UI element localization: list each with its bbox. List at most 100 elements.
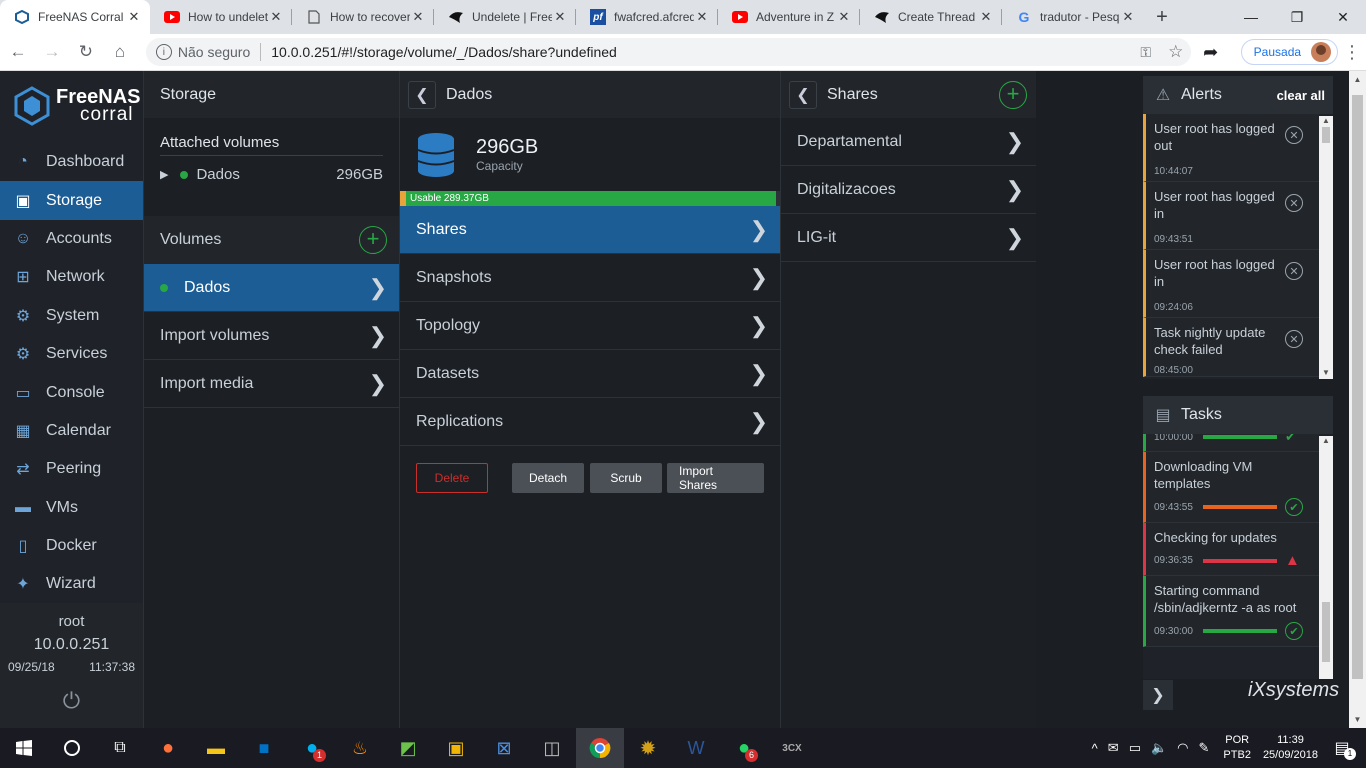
key-icon[interactable]: ⚿ <box>1131 44 1161 61</box>
sidebar-item-services[interactable]: ⚙ Services <box>0 335 143 373</box>
sidebar-item-system[interactable]: ⚙ System <box>0 297 143 335</box>
notifications-icon[interactable]: ▤ 1 <box>1318 728 1366 768</box>
chrome-icon[interactable] <box>576 728 624 768</box>
close-tab-icon[interactable]: ✕ <box>1120 9 1136 25</box>
show-hidden-icons-icon[interactable]: ^ <box>1092 741 1098 756</box>
scrub-button[interactable]: Scrub <box>590 463 662 493</box>
tab-youtube-1[interactable]: How to undelete ✕ <box>150 0 292 34</box>
firefox-icon[interactable]: ● <box>144 728 192 768</box>
sidebar-item-peering[interactable]: ⇄ Peering <box>0 450 143 488</box>
windows-start-icon[interactable] <box>0 728 48 768</box>
sidebar-item-calendar[interactable]: ▦ Calendar <box>0 412 143 450</box>
tab-tradutor[interactable]: G tradutor - Pesq ✕ <box>1002 0 1144 34</box>
home-icon[interactable]: ⌂ <box>104 37 136 67</box>
page-scrollbar[interactable]: ▲ ▼ <box>1349 71 1366 728</box>
close-tab-icon[interactable]: ✕ <box>694 9 710 25</box>
box-app-icon[interactable]: ▣ <box>432 728 480 768</box>
dismiss-alert-icon[interactable]: ✕ <box>1285 262 1303 280</box>
menu-replications[interactable]: Replications ❯ <box>400 398 780 446</box>
close-tab-icon[interactable]: ✕ <box>978 9 994 25</box>
share-item-digitalizacoes[interactable]: Digitalizacoes ❯ <box>781 166 1036 214</box>
tab-fwafcred[interactable]: pf fwafcred.afcred ✕ <box>576 0 718 34</box>
share-arrow-icon[interactable]: ➦ <box>1191 42 1231 63</box>
3cx-icon[interactable]: 3CX <box>768 728 816 768</box>
sidebar-item-storage[interactable]: ▣ Storage <box>0 181 143 220</box>
profile-button[interactable]: Pausada <box>1240 39 1339 65</box>
skype-icon[interactable]: ● 1 <box>288 728 336 768</box>
dismiss-alert-icon[interactable]: ✕ <box>1285 126 1303 144</box>
sidebar-item-accounts[interactable]: ☺ Accounts <box>0 220 143 258</box>
close-tab-icon[interactable]: ✕ <box>410 9 426 25</box>
alerts-scrollbar[interactable]: ▲ ▼ <box>1319 116 1333 379</box>
sidebar-item-docker[interactable]: ▯ Docker <box>0 527 143 565</box>
import-shares-button[interactable]: Import Shares <box>667 463 764 493</box>
new-tab-button[interactable]: + <box>1144 0 1180 34</box>
back-icon[interactable]: ← <box>2 37 34 67</box>
tab-freenas[interactable]: FreeNAS Corral ✕ <box>0 0 150 34</box>
wifi-icon[interactable]: ◠ <box>1177 740 1188 756</box>
attached-volume-item[interactable]: ▶ Dados 296GB <box>160 166 383 183</box>
vm-app-icon[interactable]: ◫ <box>528 728 576 768</box>
battery-icon[interactable]: ▭ <box>1129 740 1141 756</box>
omnibox[interactable]: i Não seguro 10.0.0.251/#!/storage/volum… <box>145 38 1191 66</box>
menu-shares[interactable]: Shares ❯ <box>400 206 780 254</box>
close-tab-icon[interactable]: ✕ <box>552 9 568 25</box>
tab-page[interactable]: How to recover ✕ <box>292 0 434 34</box>
chevron-right-icon[interactable]: ❯ <box>1143 680 1173 710</box>
dismiss-alert-icon[interactable]: ✕ <box>1285 330 1303 348</box>
minimize-icon[interactable]: — <box>1228 0 1274 34</box>
import-volumes-item[interactable]: Import volumes ❯ <box>144 312 399 360</box>
network-app-icon[interactable]: ⊠ <box>480 728 528 768</box>
clear-all-button[interactable]: clear all <box>1277 88 1325 103</box>
menu-topology[interactable]: Topology ❯ <box>400 302 780 350</box>
sidebar-item-vms[interactable]: ▬ VMs <box>0 489 143 527</box>
share-item-departamental[interactable]: Departamental ❯ <box>781 118 1036 166</box>
add-share-button[interactable]: + <box>999 80 1027 109</box>
menu-datasets[interactable]: Datasets ❯ <box>400 350 780 398</box>
input-language[interactable]: POR PTB2 <box>1223 733 1251 763</box>
outlook-icon[interactable]: ■ <box>240 728 288 768</box>
pen-icon[interactable]: ✎ <box>1199 740 1210 756</box>
forward-icon[interactable]: → <box>36 37 68 67</box>
close-tab-icon[interactable]: ✕ <box>836 9 852 25</box>
menu-snapshots[interactable]: Snapshots ❯ <box>400 254 780 302</box>
green-app-icon[interactable]: ◩ <box>384 728 432 768</box>
speaker-icon[interactable]: 🔈 <box>1151 740 1167 756</box>
volume-item-dados[interactable]: Dados ❯ <box>144 264 399 312</box>
sidebar-item-console[interactable]: ▭ Console <box>0 373 143 411</box>
share-item-lig-it[interactable]: LIG-it ❯ <box>781 214 1036 262</box>
sidebar-item-wizard[interactable]: ✦ Wizard <box>0 565 143 603</box>
tab-create-thread[interactable]: Create Thread ✕ <box>860 0 1002 34</box>
close-tab-icon[interactable]: ✕ <box>126 9 142 25</box>
close-tab-icon[interactable]: ✕ <box>268 9 284 25</box>
whatsapp-icon[interactable]: ● 6 <box>720 728 768 768</box>
back-button[interactable]: ❮ <box>789 80 817 109</box>
add-volume-button[interactable]: + <box>359 226 387 254</box>
url-text[interactable]: 10.0.0.251/#!/storage/volume/_/Dados/sha… <box>271 44 1130 60</box>
power-icon[interactable]: ⏻ <box>0 688 143 714</box>
clock[interactable]: 11:39 25/09/2018 <box>1263 733 1318 763</box>
detach-button[interactable]: Detach <box>512 463 584 493</box>
game-app-icon[interactable]: ✹ <box>624 728 672 768</box>
sidebar-item-network[interactable]: ⊞ Network <box>0 258 143 296</box>
mail-tray-icon[interactable]: ✉ <box>1108 740 1119 756</box>
file-explorer-icon[interactable]: ▬ <box>192 728 240 768</box>
reload-icon[interactable]: ↻ <box>70 37 102 67</box>
info-icon[interactable]: i <box>155 44 172 60</box>
back-button[interactable]: ❮ <box>408 80 436 109</box>
sidebar-item-dashboard[interactable]: ◔ Dashboard <box>0 143 143 181</box>
delete-button[interactable]: Delete <box>416 463 488 493</box>
star-icon[interactable]: ☆ <box>1161 42 1191 62</box>
task-view-icon[interactable]: ⧉ <box>96 728 144 768</box>
tasks-scrollbar[interactable]: ▲ <box>1319 436 1333 679</box>
dismiss-alert-icon[interactable]: ✕ <box>1285 194 1303 212</box>
search-icon[interactable] <box>48 728 96 768</box>
tab-youtube-2[interactable]: Adventure in Z ✕ <box>718 0 860 34</box>
word-icon[interactable]: W <box>672 728 720 768</box>
close-window-icon[interactable]: ✕ <box>1320 0 1366 34</box>
menu-dots-icon[interactable]: ⋮ <box>1338 42 1366 63</box>
flame-app-icon[interactable]: ♨ <box>336 728 384 768</box>
restore-icon[interactable]: ❐ <box>1274 0 1320 34</box>
expand-caret-icon[interactable]: ▶ <box>160 168 168 181</box>
import-media-item[interactable]: Import media ❯ <box>144 360 399 408</box>
